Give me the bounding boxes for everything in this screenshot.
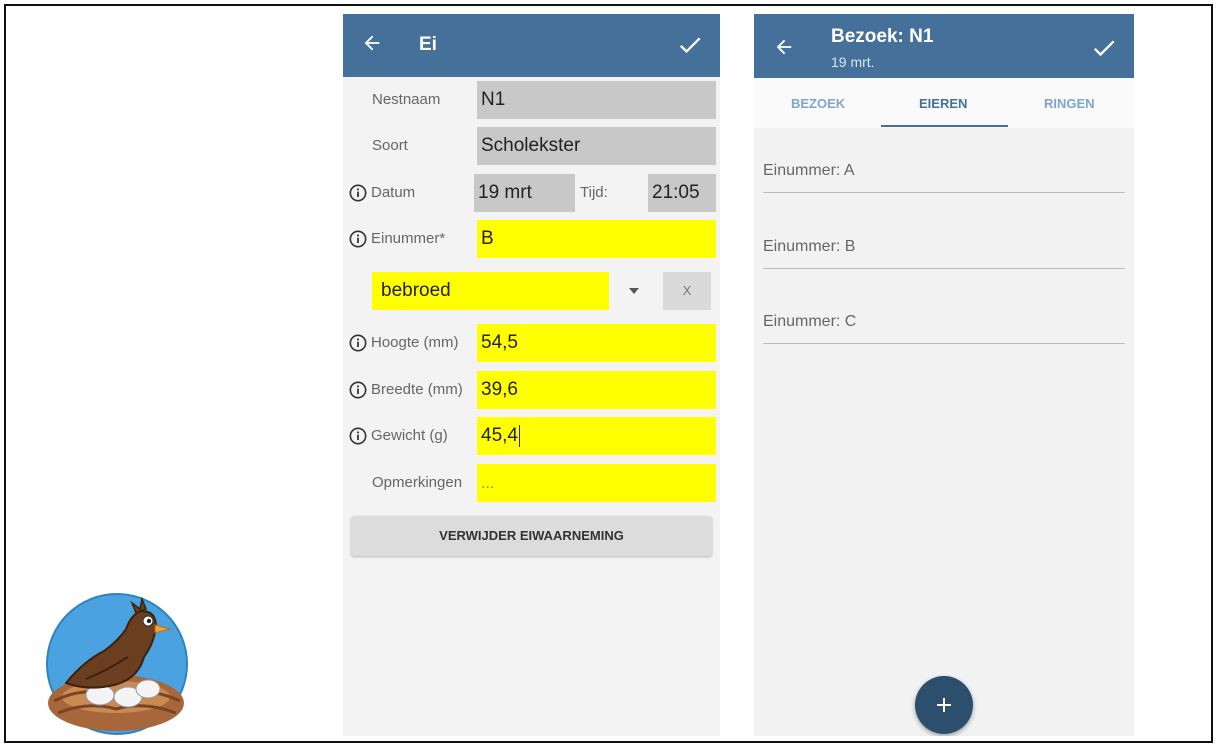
bird-nest-logo (46, 593, 188, 735)
einummer-row: Einummer* B (343, 220, 720, 258)
gewicht-field[interactable]: 45,4 (477, 417, 716, 455)
plus-icon (937, 698, 951, 712)
list-item[interactable]: Einummer: C (763, 305, 1125, 344)
datum-row: Datum 19 mrt Tijd: 21:05 (343, 174, 720, 212)
tab-bezoek[interactable]: BEZOEK (791, 96, 845, 111)
visit-title: Bezoek: N1 (831, 26, 934, 47)
opmerkingen-field[interactable]: ... (477, 464, 716, 502)
soort-label: Soort (372, 137, 408, 154)
nestnaam-label: Nestnaam (372, 91, 441, 108)
opmerkingen-label: Opmerkingen (372, 474, 463, 491)
opmerkingen-placeholder: ... (481, 475, 495, 492)
tab-indicator (881, 125, 1008, 127)
list-item[interactable]: Einummer: B (763, 230, 1125, 269)
datum-field[interactable]: 19 mrt (474, 174, 575, 212)
breedte-field[interactable]: 39,6 (477, 371, 716, 409)
status-row: bebroed X (343, 272, 720, 310)
datum-label: Datum (371, 184, 416, 201)
opmerkingen-row: Opmerkingen ... (343, 464, 720, 502)
visit-tabs: BEZOEK EIEREN RINGEN (754, 78, 1134, 128)
arrow-left-icon[interactable] (361, 32, 383, 54)
egg-label: Einummer: B (763, 238, 856, 255)
hoogte-row: Hoogte (mm) 54,5 (343, 324, 720, 362)
egg-detail-screen: Ei Nestnaam N1 Soort Scholekster Datum 1… (343, 14, 720, 736)
text-cursor (518, 424, 520, 447)
check-icon[interactable] (1090, 34, 1118, 62)
gewicht-label: Gewicht (g) (371, 427, 448, 444)
delete-egg-button[interactable]: VERWIJDER EIWAARNEMING (351, 516, 712, 556)
list-item[interactable]: Einummer: A (763, 154, 1125, 193)
egg-label: Einummer: C (763, 313, 857, 330)
hoogte-label: Hoogte (mm) (371, 334, 459, 351)
breedte-row: Breedte (mm) 39,6 (343, 371, 720, 409)
tijd-label: Tijd: (580, 184, 608, 201)
gewicht-value: 45,4 (481, 425, 518, 446)
info-icon[interactable] (349, 334, 367, 352)
info-icon[interactable] (349, 427, 367, 445)
einummer-label: Einummer* (371, 230, 446, 247)
check-icon[interactable] (676, 31, 704, 59)
egg-appbar: Ei (343, 14, 720, 77)
egg-label: Einummer: A (763, 162, 855, 179)
visit-subtitle: 19 mrt. (831, 54, 875, 70)
breedte-label: Breedte (mm) (371, 381, 463, 398)
tab-ringen[interactable]: RINGEN (1044, 96, 1095, 111)
nestnaam-field[interactable]: N1 (477, 81, 716, 119)
screenshot-frame: Ei Nestnaam N1 Soort Scholekster Datum 1… (4, 4, 1213, 743)
clear-status-button[interactable]: X (663, 272, 711, 310)
visit-screen: Bezoek: N1 19 mrt. BEZOEK EIEREN RINGEN … (754, 14, 1134, 736)
info-icon[interactable] (349, 381, 367, 399)
page-title: Ei (419, 34, 437, 55)
soort-row: Soort Scholekster (343, 127, 720, 165)
hoogte-field[interactable]: 54,5 (477, 324, 716, 362)
nestnaam-row: Nestnaam N1 (343, 81, 720, 119)
einummer-field[interactable]: B (477, 220, 716, 258)
visit-appbar: Bezoek: N1 19 mrt. (754, 14, 1134, 78)
tijd-field[interactable]: 21:05 (648, 174, 716, 212)
add-egg-button[interactable] (915, 676, 973, 734)
arrow-left-icon[interactable] (773, 36, 795, 58)
info-icon[interactable] (349, 184, 367, 202)
info-icon[interactable] (349, 230, 367, 248)
dropdown-arrow-icon[interactable] (629, 287, 639, 295)
gewicht-row: Gewicht (g) 45,4 (343, 417, 720, 455)
status-select[interactable]: bebroed (372, 272, 609, 310)
tab-eieren[interactable]: EIEREN (919, 96, 967, 111)
soort-field[interactable]: Scholekster (477, 127, 716, 165)
